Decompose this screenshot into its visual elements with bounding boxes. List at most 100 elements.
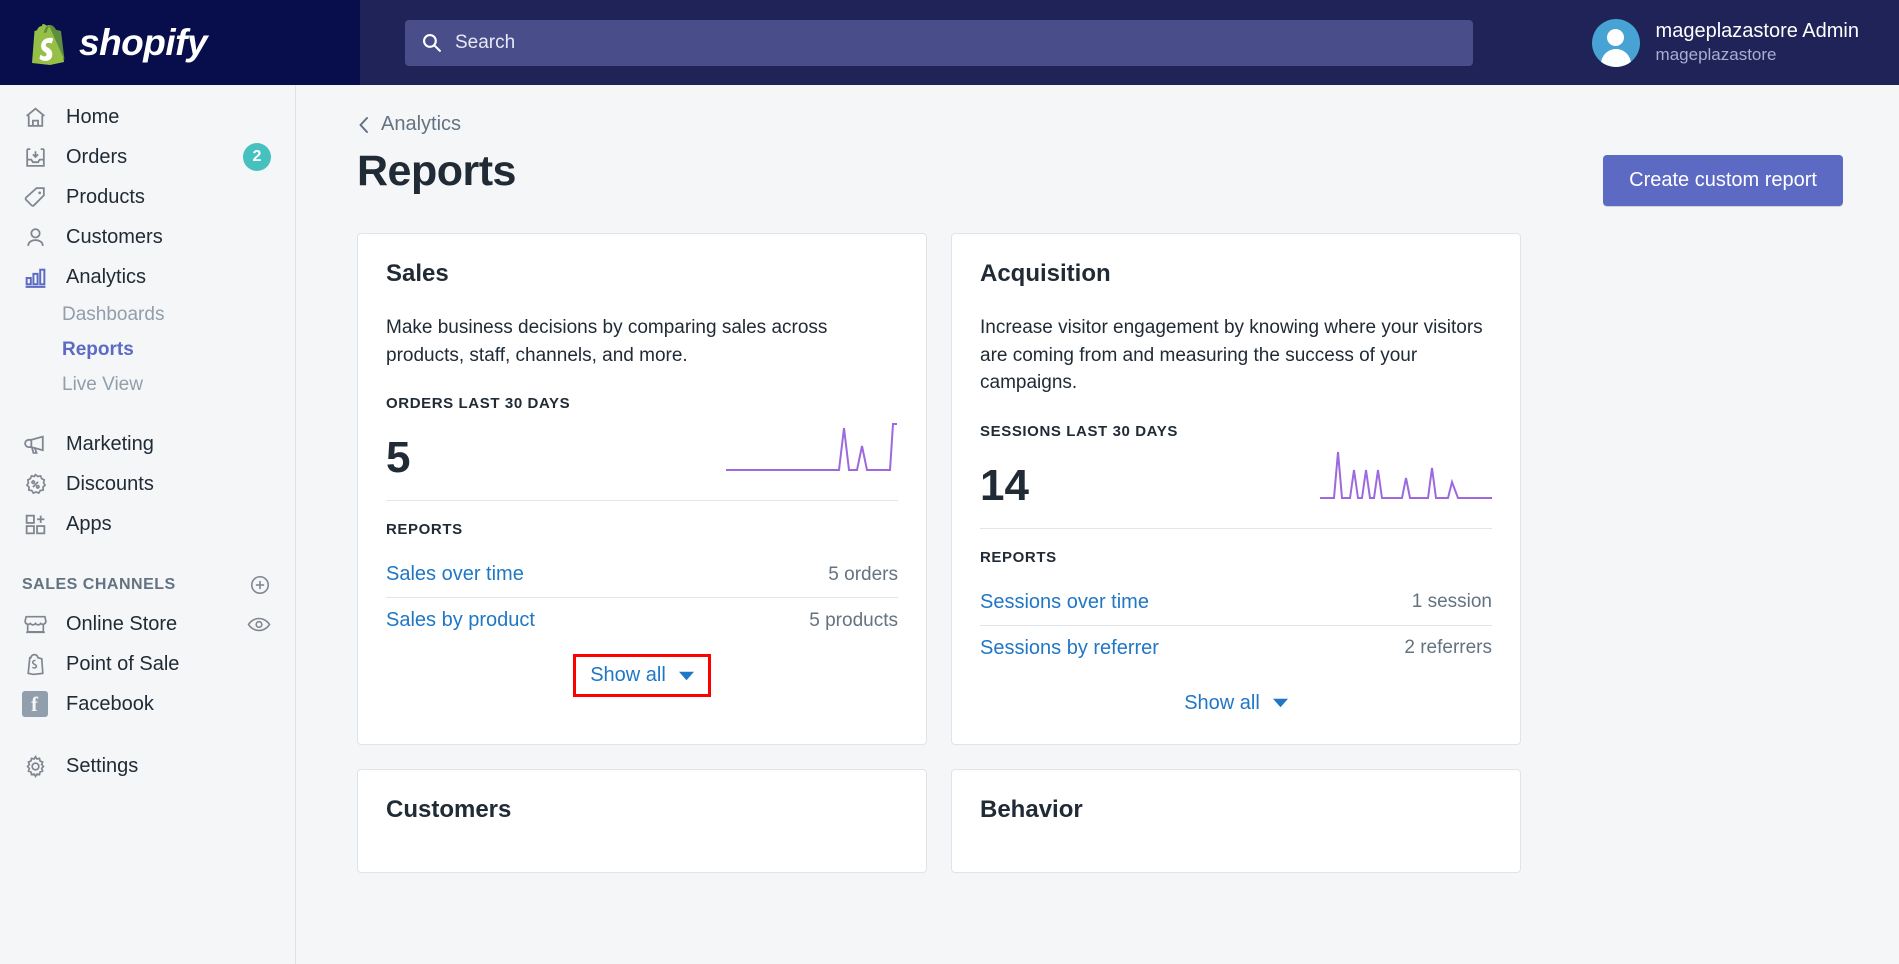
sidebar-label: Discounts [66, 472, 154, 495]
orders-badge: 2 [243, 143, 271, 171]
sidebar-item-customers[interactable]: Customers [0, 217, 295, 257]
show-all-wrap: Show all [980, 685, 1492, 722]
sidebar-item-live-view[interactable]: Live View [0, 367, 295, 402]
sidebar-item-home[interactable]: Home [0, 97, 295, 137]
report-row[interactable]: Sales over time 5 orders [386, 552, 898, 597]
sidebar-item-facebook[interactable]: Facebook [0, 684, 295, 724]
breadcrumb-label: Analytics [381, 113, 462, 135]
card-behavior: Behavior [951, 768, 1521, 873]
report-link[interactable]: Sessions over time [980, 591, 1149, 614]
sidebar-item-discounts[interactable]: Discounts [0, 464, 295, 504]
pos-bag-icon [22, 651, 48, 677]
chevron-down-icon [678, 671, 694, 680]
brand-logo[interactable]: shopify [0, 0, 360, 85]
apps-grid-plus-icon [22, 511, 48, 537]
storefront-icon [22, 611, 48, 637]
metric-row: 5 [386, 418, 898, 502]
orders-inbox-icon [22, 144, 48, 170]
card-title: Behavior [980, 795, 1083, 823]
chevron-down-icon [1272, 698, 1288, 708]
report-cards-grid: Sales Make business decisions by compari… [357, 233, 1843, 873]
sidebar-item-marketing[interactable]: Marketing [0, 424, 295, 464]
sidebar-label: Marketing [66, 432, 154, 455]
page-header: Reports Create custom report [357, 147, 1843, 206]
report-link[interactable]: Sessions by referrer [980, 637, 1159, 660]
sidebar-label: Facebook [66, 692, 154, 715]
report-link[interactable]: Sales over time [386, 563, 524, 586]
sidebar-item-orders[interactable]: Orders 2 [0, 137, 295, 177]
acquisition-sparkline-chart [1320, 451, 1492, 499]
user-menu[interactable]: mageplazastore Admin mageplazastore [1591, 0, 1899, 85]
chevron-left-icon [359, 116, 368, 133]
card-acquisition: Acquisition Increase visitor engagement … [951, 233, 1521, 745]
reports-label: REPORTS [386, 521, 463, 539]
user-name: mageplazastore Admin [1655, 20, 1859, 43]
report-count: 5 products [809, 609, 898, 631]
sidebar-label: Apps [66, 512, 112, 535]
sidebar-sublabel: Reports [62, 338, 134, 360]
customer-person-icon [22, 224, 48, 250]
sidebar-label: Customers [66, 225, 163, 248]
show-all-button-sales[interactable]: Show all [573, 654, 711, 698]
sidebar-label: Orders [66, 145, 128, 168]
home-icon [22, 104, 48, 130]
gear-icon [22, 753, 48, 779]
card-title: Customers [386, 795, 512, 823]
sales-channels-header: SALES CHANNELS [0, 566, 295, 604]
shopify-bag-icon [32, 23, 65, 65]
megaphone-icon [22, 431, 48, 457]
sidebar-item-products[interactable]: Products [0, 177, 295, 217]
page-title: Reports [357, 147, 516, 195]
breadcrumb[interactable]: Analytics [357, 113, 1843, 136]
user-avatar-icon [1591, 18, 1640, 67]
search-icon [422, 33, 441, 52]
report-row[interactable]: Sessions by referrer 2 referrers [980, 624, 1492, 671]
sidebar-sublabel: Dashboards [62, 303, 165, 325]
user-store-name: mageplazastore [1655, 45, 1777, 65]
sidebar-label: Analytics [66, 265, 147, 288]
report-link[interactable]: Sales by product [386, 609, 535, 632]
report-count: 1 session [1411, 591, 1492, 613]
sidebar-sublabel: Live View [62, 373, 143, 395]
main-content: Analytics Reports Create custom report S… [297, 85, 1899, 964]
show-all-wrap: Show all [386, 654, 898, 698]
search-zone: Search [405, 19, 1473, 66]
card-sales: Sales Make business decisions by compari… [357, 233, 927, 745]
sidebar-item-settings[interactable]: Settings [0, 746, 295, 786]
sales-channels-title: SALES CHANNELS [22, 576, 176, 593]
product-tag-icon [22, 184, 48, 210]
metric-value: 14 [980, 460, 1029, 510]
sidebar-item-dashboards[interactable]: Dashboards [0, 297, 295, 332]
search-input[interactable]: Search [405, 19, 1473, 66]
metric-value: 5 [386, 433, 411, 483]
discount-percent-icon [22, 471, 48, 497]
card-title: Sales [386, 260, 449, 287]
analytics-bar-chart-icon [22, 264, 48, 290]
metric-row: 14 [980, 446, 1492, 529]
sidebar-item-online-store[interactable]: Online Store [0, 604, 295, 644]
sidebar-item-apps[interactable]: Apps [0, 504, 295, 544]
facebook-icon [22, 691, 48, 717]
create-custom-report-button[interactable]: Create custom report [1603, 155, 1843, 206]
show-all-label: Show all [590, 664, 666, 687]
brand-name: shopify [79, 22, 208, 63]
top-bar: shopify Search mageplazastore Admin mage… [0, 0, 1899, 85]
plus-circle-icon[interactable] [249, 574, 271, 596]
report-row[interactable]: Sales by product 5 products [386, 597, 898, 643]
sidebar-item-point-of-sale[interactable]: Point of Sale [0, 644, 295, 684]
sidebar-item-reports[interactable]: Reports [0, 332, 295, 367]
eye-icon[interactable] [247, 616, 271, 633]
sidebar-label: Online Store [66, 612, 178, 635]
sidebar-item-analytics[interactable]: Analytics [0, 257, 295, 297]
sales-sparkline-chart [726, 423, 897, 472]
metric-label: ORDERS LAST 30 DAYS [386, 395, 571, 413]
report-count: 5 orders [828, 563, 898, 585]
show-all-button-acquisition[interactable]: Show all [1170, 685, 1302, 722]
search-placeholder: Search [455, 31, 516, 53]
card-customers: Customers [357, 768, 927, 873]
report-row[interactable]: Sessions over time 1 session [980, 580, 1492, 625]
card-title: Acquisition [980, 260, 1111, 287]
